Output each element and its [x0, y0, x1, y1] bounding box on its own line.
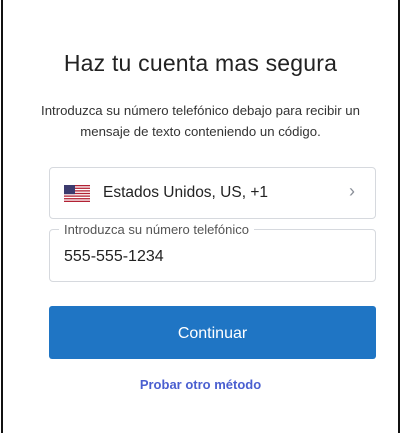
try-another-method-link[interactable]: Probar otro método [3, 377, 398, 392]
phone-input[interactable] [64, 248, 354, 266]
chevron-right-icon: › [349, 181, 355, 201]
instructions-text: Introduzca su número telefónico debajo p… [41, 103, 360, 139]
page-title: Haz tu cuenta mas segura [63, 50, 338, 76]
us-flag-icon [64, 185, 90, 202]
country-selector[interactable]: Estados Unidos, US, +1 › [49, 167, 376, 219]
phone-field[interactable]: Introduzca su número telefónico [49, 222, 376, 282]
verification-card: Haz tu cuenta mas segura Introduzca su n… [1, 0, 400, 433]
continue-button[interactable]: Continuar [49, 306, 376, 359]
phone-field-label: Introduzca su número telefónico [59, 222, 254, 237]
country-label: Estados Unidos, US, +1 [103, 184, 268, 201]
